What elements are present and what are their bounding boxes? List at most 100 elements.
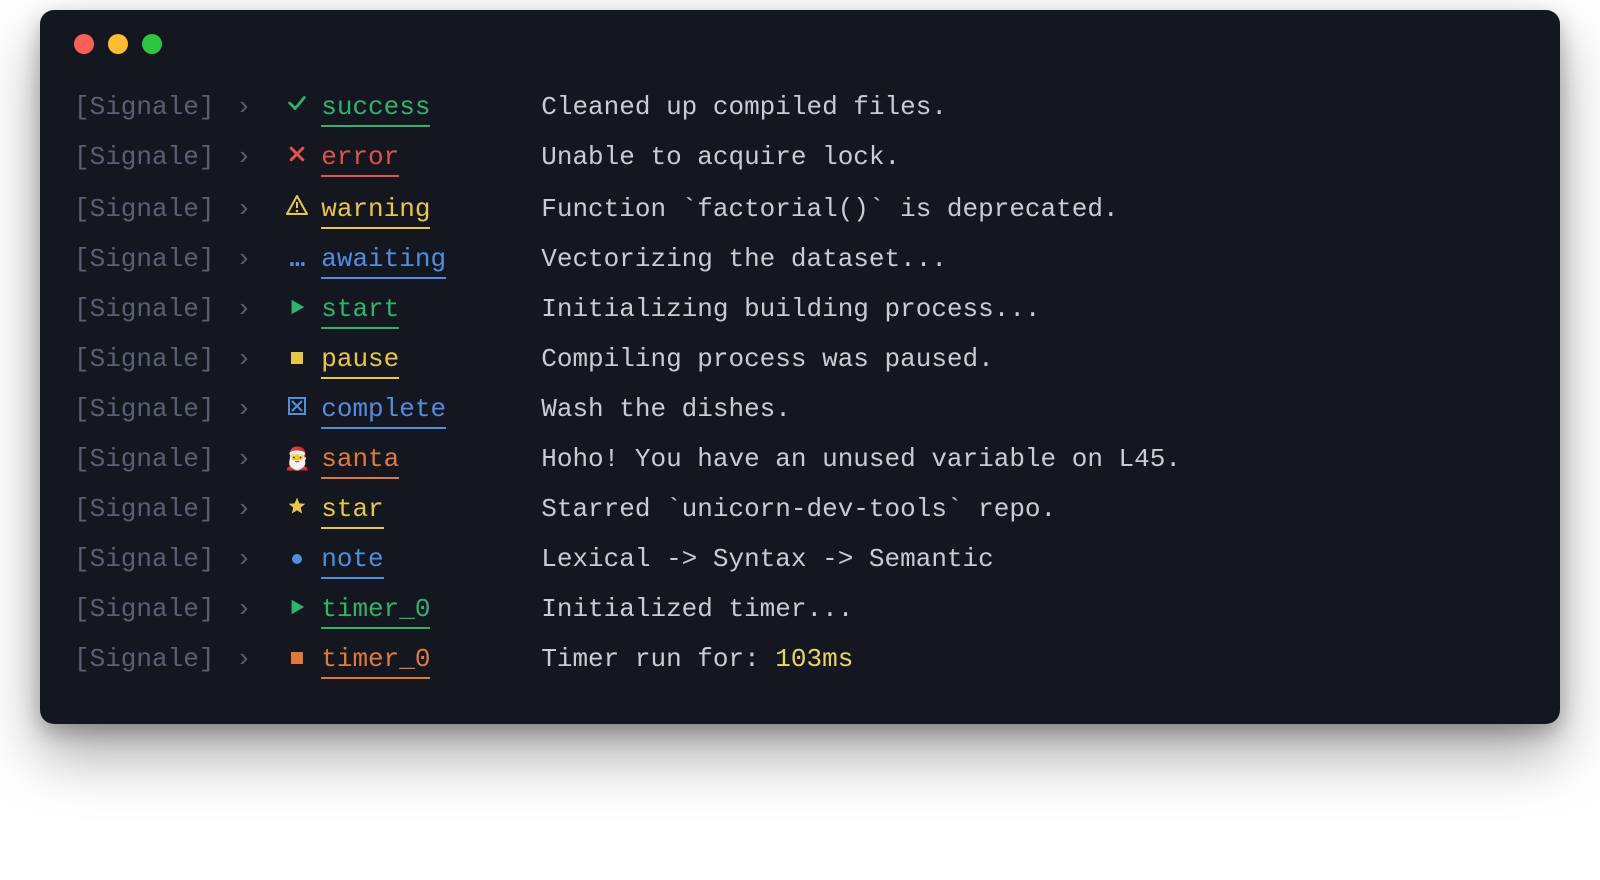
chevron-right-icon: › bbox=[214, 346, 277, 372]
log-label-text: complete bbox=[321, 394, 446, 429]
log-prefix: [Signale] bbox=[74, 646, 214, 672]
chevron-right-icon: › bbox=[214, 196, 277, 222]
squaref-icon bbox=[277, 650, 317, 666]
close-icon[interactable] bbox=[74, 34, 94, 54]
log-label: note bbox=[317, 546, 511, 572]
log-highlight: 103ms bbox=[775, 644, 853, 674]
log-prefix: [Signale] bbox=[74, 346, 214, 372]
log-prefix: [Signale] bbox=[74, 546, 214, 572]
log-line: [Signale] › pause Compiling process was p… bbox=[74, 334, 1526, 384]
santa-icon: 🎅 bbox=[277, 450, 317, 472]
log-message: Function `factorial()` is deprecated. bbox=[511, 196, 1118, 222]
chevron-right-icon: › bbox=[214, 144, 277, 170]
chevron-right-icon: › bbox=[214, 94, 277, 120]
log-label-text: warning bbox=[321, 194, 430, 229]
log-label: star bbox=[317, 496, 511, 522]
log-message: Timer run for: 103ms bbox=[511, 646, 853, 672]
log-message-text: Function `factorial()` is deprecated. bbox=[541, 194, 1118, 224]
log-message: Initialized timer... bbox=[511, 596, 853, 622]
log-label-text: pause bbox=[321, 344, 399, 379]
log-line: [Signale] › timer_0Timer run for: 103ms bbox=[74, 634, 1526, 684]
log-label: santa bbox=[317, 446, 511, 472]
log-label: timer_0 bbox=[317, 596, 511, 622]
log-message-text: Vectorizing the dataset... bbox=[541, 244, 947, 274]
log-message: Compiling process was paused. bbox=[511, 346, 993, 372]
log-message-text: Unable to acquire lock. bbox=[541, 142, 900, 172]
log-label-text: star bbox=[321, 494, 383, 529]
log-prefix: [Signale] bbox=[74, 596, 214, 622]
zoom-icon[interactable] bbox=[142, 34, 162, 54]
log-message-text: Compiling process was paused. bbox=[541, 344, 993, 374]
square-icon bbox=[277, 350, 317, 366]
check-icon bbox=[277, 92, 317, 114]
log-label: warning bbox=[317, 196, 511, 222]
cross-icon bbox=[277, 144, 317, 164]
log-label-text: santa bbox=[321, 444, 399, 479]
log-message: Starred `unicorn-dev-tools` repo. bbox=[511, 496, 1056, 522]
dots-icon: … bbox=[277, 246, 317, 272]
log-label-text: timer_0 bbox=[321, 644, 430, 679]
log-line: [Signale] › start Initializing building p… bbox=[74, 284, 1526, 334]
log-line: [Signale] › complete Wash the dishes. bbox=[74, 384, 1526, 434]
log-label: error bbox=[317, 144, 511, 170]
log-label: start bbox=[317, 296, 511, 322]
chevron-right-icon: › bbox=[214, 396, 277, 422]
log-message-text: Wash the dishes. bbox=[541, 394, 791, 424]
log-line: [Signale] › warning Function `factorial()… bbox=[74, 182, 1526, 234]
log-prefix: [Signale] bbox=[74, 246, 214, 272]
log-message: Lexical -> Syntax -> Semantic bbox=[511, 546, 993, 572]
log-prefix: [Signale] bbox=[74, 396, 214, 422]
log-message-text: Timer run for: bbox=[541, 644, 775, 674]
log-label: pause bbox=[317, 346, 511, 372]
terminal-window: [Signale] › success Cleaned up compiled f… bbox=[40, 10, 1560, 724]
log-prefix: [Signale] bbox=[74, 196, 214, 222]
log-label: complete bbox=[317, 396, 511, 422]
log-message-text: Initialized timer... bbox=[541, 594, 853, 624]
log-prefix: [Signale] bbox=[74, 144, 214, 170]
log-prefix: [Signale] bbox=[74, 496, 214, 522]
log-output: [Signale] › success Cleaned up compiled f… bbox=[74, 80, 1526, 684]
boxx-icon bbox=[277, 396, 317, 416]
log-line: [Signale] › 🎅santa Hoho! You have an unus… bbox=[74, 434, 1526, 484]
log-prefix: [Signale] bbox=[74, 446, 214, 472]
play-icon bbox=[277, 298, 317, 316]
log-label-text: success bbox=[321, 92, 430, 127]
minimize-icon[interactable] bbox=[108, 34, 128, 54]
log-label-text: timer_0 bbox=[321, 594, 430, 629]
warn-icon bbox=[277, 194, 317, 216]
log-message: Hoho! You have an unused variable on L45… bbox=[511, 446, 1181, 472]
star-icon bbox=[277, 496, 317, 516]
log-message: Vectorizing the dataset... bbox=[511, 246, 947, 272]
log-message: Wash the dishes. bbox=[511, 396, 791, 422]
chevron-right-icon: › bbox=[214, 596, 277, 622]
log-label-text: note bbox=[321, 544, 383, 579]
log-label: success bbox=[317, 94, 511, 120]
log-label-text: error bbox=[321, 142, 399, 177]
log-line: [Signale] › success Cleaned up compiled f… bbox=[74, 80, 1526, 132]
chevron-right-icon: › bbox=[214, 446, 277, 472]
log-line: [Signale] › timer_0 Initialized timer... bbox=[74, 584, 1526, 634]
log-message-text: Initializing building process... bbox=[541, 294, 1040, 324]
log-prefix: [Signale] bbox=[74, 296, 214, 322]
log-prefix: [Signale] bbox=[74, 94, 214, 120]
chevron-right-icon: › bbox=[214, 246, 277, 272]
log-line: [Signale] › error Unable to acquire lock. bbox=[74, 132, 1526, 182]
log-message: Cleaned up compiled files. bbox=[511, 94, 947, 120]
chevron-right-icon: › bbox=[214, 646, 277, 672]
chevron-right-icon: › bbox=[214, 546, 277, 572]
log-message: Unable to acquire lock. bbox=[511, 144, 900, 170]
log-message-text: Cleaned up compiled files. bbox=[541, 92, 947, 122]
log-label-text: awaiting bbox=[321, 244, 446, 279]
log-message-text: Starred `unicorn-dev-tools` repo. bbox=[541, 494, 1056, 524]
chevron-right-icon: › bbox=[214, 296, 277, 322]
log-line: [Signale] › starStarred `unicorn-dev-too… bbox=[74, 484, 1526, 534]
log-message-text: Lexical -> Syntax -> Semantic bbox=[541, 544, 993, 574]
window-traffic-lights bbox=[74, 34, 1526, 54]
log-message: Initializing building process... bbox=[511, 296, 1040, 322]
play-icon bbox=[277, 598, 317, 616]
log-message-text: Hoho! You have an unused variable on L45… bbox=[541, 444, 1181, 474]
log-line: [Signale] › note Lexical -> Syntax -> Sem… bbox=[74, 534, 1526, 584]
dot-icon bbox=[277, 552, 317, 566]
log-label: awaiting bbox=[317, 246, 511, 272]
log-label: timer_0 bbox=[317, 646, 511, 672]
